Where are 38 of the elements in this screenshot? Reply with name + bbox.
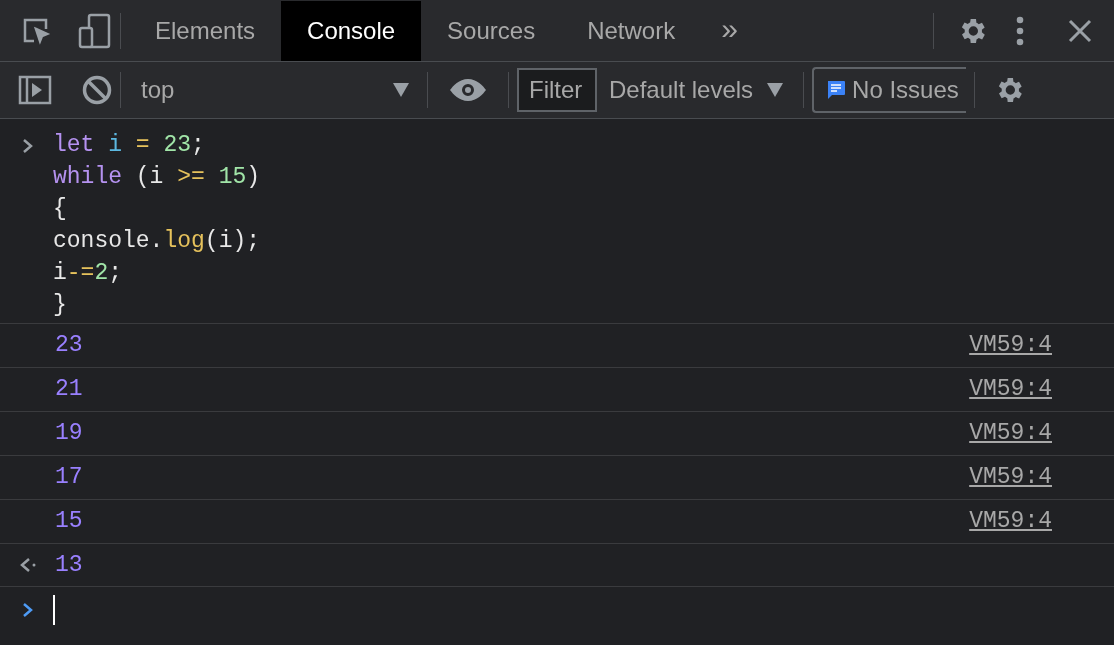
log-value: 15 xyxy=(55,507,83,537)
caret-icon xyxy=(767,83,784,97)
tab[interactable]: Network xyxy=(561,0,702,61)
code-line: let i = 23; xyxy=(53,131,206,160)
code-line: i-=2; xyxy=(53,259,124,288)
source-link[interactable]: VM59:4 xyxy=(969,416,1052,451)
return-arrow-icon xyxy=(20,558,36,572)
close-icon[interactable] xyxy=(1068,18,1092,43)
tab[interactable]: Elements xyxy=(129,0,282,61)
device-icon[interactable] xyxy=(78,12,112,49)
issues-button[interactable]: No Issues xyxy=(812,67,967,113)
source-link[interactable]: VM59:4 xyxy=(969,328,1052,363)
message-icon xyxy=(826,80,847,100)
result-value: 13 xyxy=(55,550,83,580)
eye-icon[interactable] xyxy=(450,78,486,102)
log-levels-dropdown[interactable]: Default levels xyxy=(597,72,796,108)
source-link[interactable]: VM59:4 xyxy=(969,372,1052,407)
caret-icon xyxy=(393,83,409,97)
filter-field[interactable]: Filter xyxy=(517,68,597,112)
prompt-chevron-icon xyxy=(22,603,34,617)
input-chevron-icon xyxy=(22,139,34,153)
log-value: 21 xyxy=(55,375,83,405)
log-value: 17 xyxy=(55,463,83,493)
source-link[interactable]: VM59:4 xyxy=(969,460,1052,495)
source-link[interactable]: VM59:4 xyxy=(969,504,1052,539)
code-line: console.log(i); xyxy=(53,227,261,256)
more-tabs-button[interactable]: » xyxy=(701,6,758,55)
code-line: while (i >= 15) xyxy=(53,163,261,192)
log-value: 19 xyxy=(55,419,83,449)
sidebar-toggle-icon[interactable] xyxy=(18,75,52,105)
log-value: 23 xyxy=(55,331,83,361)
context-dropdown[interactable]: top xyxy=(129,72,419,108)
code-line: { xyxy=(53,195,68,224)
tab[interactable]: Console xyxy=(281,0,422,61)
clear-console-icon[interactable] xyxy=(82,75,112,105)
more-options-icon[interactable] xyxy=(1016,15,1024,46)
tab[interactable]: Sources xyxy=(421,0,562,61)
code-line: } xyxy=(53,291,68,320)
